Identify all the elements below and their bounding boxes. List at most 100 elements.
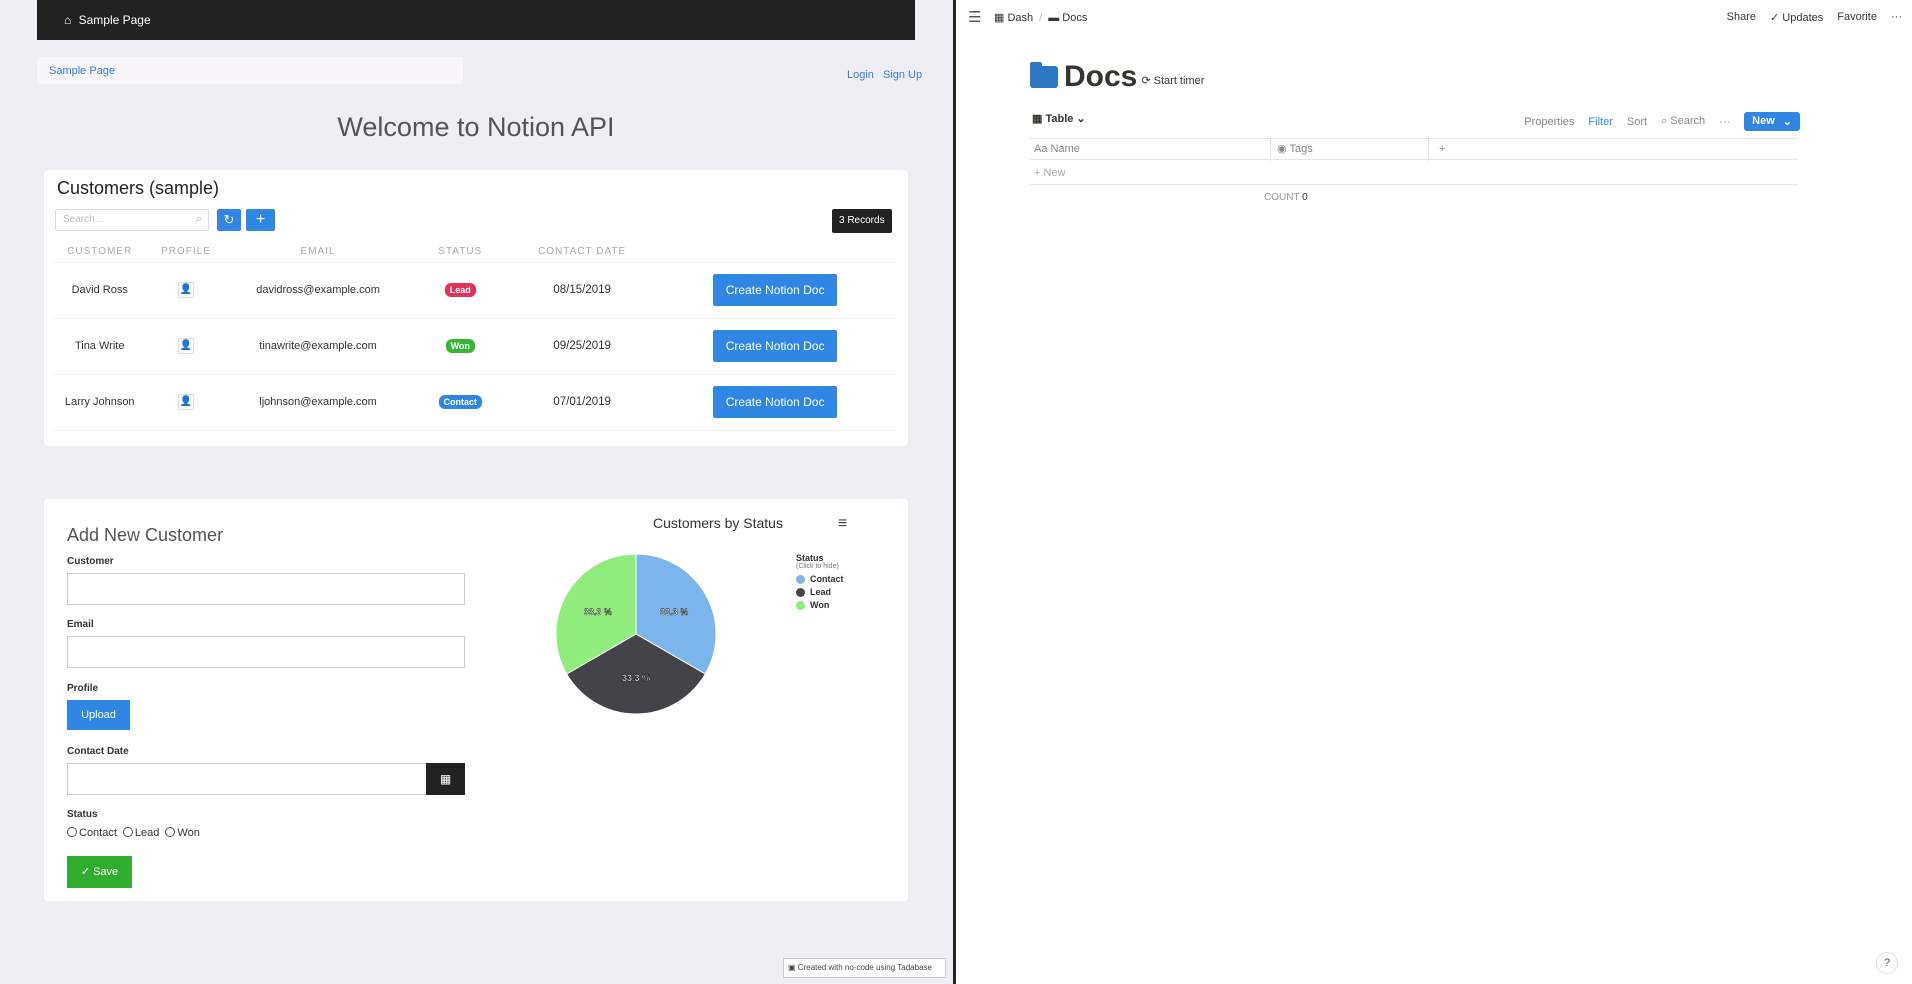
new-row-button[interactable]: + New — [1034, 167, 1066, 179]
plus-icon: + — [255, 211, 266, 228]
chart-legend: Status (Click to hide) Contact Lead Won — [796, 553, 844, 613]
column-header-actions — [653, 242, 897, 263]
chart-menu-icon[interactable]: ≡ — [838, 515, 847, 533]
view-more-button[interactable]: ··· — [1719, 116, 1730, 128]
breadcrumb-docs[interactable]: ▬ Docs — [1048, 12, 1087, 24]
status-badge: Lead — [444, 283, 476, 297]
breadcrumb-dash[interactable]: ▦ Dash — [994, 11, 1033, 24]
status-radio-contact[interactable]: Contact — [67, 827, 117, 839]
column-header-status[interactable]: STATUS — [409, 242, 512, 263]
chart-title: Customers by Status — [653, 515, 783, 531]
more-options-button[interactable]: ··· — [1891, 11, 1902, 24]
column-header-email[interactable]: EMAIL — [226, 242, 410, 263]
folder-icon[interactable] — [1030, 62, 1058, 88]
add-column-button[interactable]: + — [1428, 139, 1445, 161]
customer-email: davidross@example.com — [226, 262, 410, 319]
view-selector[interactable]: ▦ Table ⌄ — [1032, 112, 1086, 125]
create-notion-doc-button[interactable]: Create Notion Doc — [713, 386, 838, 418]
breadcrumb[interactable]: Sample Page — [37, 57, 463, 84]
divider — [1030, 184, 1798, 185]
contact-date-field[interactable] — [67, 763, 427, 795]
create-notion-doc-button[interactable]: Create Notion Doc — [713, 330, 838, 362]
status-badge: Contact — [438, 395, 482, 409]
legend-item-contact[interactable]: Contact — [796, 574, 844, 584]
table-row[interactable]: Tina Write 👤 tinawrite@example.com Won 0… — [54, 318, 897, 375]
contact-date-label: Contact Date — [67, 746, 129, 757]
pie-label-contact: 33.3 % — [660, 607, 688, 617]
page-title: Welcome to Notion API — [337, 112, 615, 142]
view-actions: Properties Filter Sort ⌕ Search ··· New ⌄ — [1524, 112, 1800, 131]
column-header-tags[interactable]: ◉ Tags — [1270, 139, 1313, 161]
table-row[interactable]: Larry Johnson 👤 ljohnson@example.com Con… — [54, 374, 897, 431]
column-header-customer[interactable]: CUSTOMER — [54, 242, 146, 263]
top-navbar: ⌂ Sample Page — [37, 0, 915, 40]
avatar[interactable]: 👤 — [178, 282, 195, 298]
profile-label: Profile — [67, 683, 99, 694]
email-label: Email — [67, 619, 94, 630]
breadcrumb: ▦ Dash / ▬ Docs — [994, 11, 1088, 25]
chevron-down-icon[interactable]: ⌄ — [1783, 115, 1792, 128]
customers-card: Customers (sample) Search... ⌕ ↻ + 3 Rec… — [44, 170, 908, 446]
search-button[interactable]: ⌕ Search — [1661, 115, 1705, 128]
page-header: Docs ⟳ Start timer — [1030, 60, 1204, 94]
signup-link[interactable]: Sign Up — [883, 69, 922, 81]
customer-name: Larry Johnson — [54, 374, 146, 431]
form-title: Add New Customer — [67, 525, 224, 545]
refresh-button[interactable]: ↻ — [217, 209, 241, 231]
contact-date: 08/15/2019 — [511, 262, 654, 319]
add-record-button[interactable]: + — [246, 209, 275, 231]
table-header: Aa Name ◉ Tags + — [1030, 138, 1798, 161]
column-header-name[interactable]: Aa Name — [1034, 143, 1080, 155]
sort-button[interactable]: Sort — [1627, 116, 1647, 128]
updates-button[interactable]: ✓ Updates — [1770, 11, 1823, 24]
notion-pane: ☰ ▦ Dash / ▬ Docs Share ✓ Updates Favori… — [956, 0, 1912, 984]
contact-date: 09/25/2019 — [511, 318, 654, 375]
status-radio-lead[interactable]: Lead — [122, 827, 159, 839]
login-link[interactable]: Login — [847, 69, 874, 81]
customers-title: Customers (sample) — [57, 178, 220, 198]
menu-icon[interactable]: ☰ — [968, 8, 981, 26]
pie-label-lead: 33.3 % — [622, 673, 650, 683]
legend-item-lead[interactable]: Lead — [796, 587, 844, 597]
column-header-contact-date[interactable]: CONTACT DATE — [511, 242, 654, 263]
page-title[interactable]: Docs — [1064, 60, 1137, 94]
customers-table: CUSTOMER PROFILE EMAIL STATUS CONTACT DA… — [54, 242, 897, 431]
filter-button[interactable]: Filter — [1588, 116, 1612, 128]
email-field[interactable] — [67, 636, 465, 668]
count-summary[interactable]: COUNT 0 — [1264, 192, 1308, 203]
auth-links: Login Sign Up — [841, 69, 922, 81]
avatar[interactable]: 👤 — [178, 394, 195, 410]
table-row[interactable]: David Ross 👤 davidross@example.com Lead … — [54, 262, 897, 319]
create-notion-doc-button[interactable]: Create Notion Doc — [713, 274, 838, 306]
start-timer-button[interactable]: ⟳ Start timer — [1141, 74, 1204, 87]
share-button[interactable]: Share — [1727, 11, 1756, 24]
contact-date: 07/01/2019 — [511, 374, 654, 431]
tadabase-credit-badge[interactable]: ▣ Created with no-code using Tadabase — [783, 958, 946, 978]
help-button[interactable]: ? — [1876, 952, 1898, 974]
upload-button[interactable]: Upload — [67, 700, 130, 730]
new-button[interactable]: New ⌄ — [1744, 112, 1800, 131]
calendar-button[interactable]: ▦ — [426, 763, 465, 795]
pie-label-won: 33.3 % — [584, 607, 612, 617]
customer-field[interactable] — [67, 573, 465, 605]
column-header-profile[interactable]: PROFILE — [145, 242, 227, 263]
legend-item-won[interactable]: Won — [796, 600, 844, 610]
tadabase-app-pane: ⌂ Sample Page Sample Page Login Sign Up … — [0, 0, 955, 984]
search-input[interactable]: Search... ⌕ — [55, 209, 209, 231]
status-radio-won[interactable]: Won — [165, 827, 200, 839]
properties-button[interactable]: Properties — [1524, 116, 1574, 128]
legend-subtitle: (Click to hide) — [796, 563, 839, 570]
favorite-button[interactable]: Favorite — [1837, 11, 1877, 24]
status-pie-chart: 33.3 % 33.3 % 33.3 % — [556, 553, 716, 715]
avatar[interactable]: 👤 — [178, 338, 195, 354]
notion-topbar: ☰ ▦ Dash / ▬ Docs Share ✓ Updates Favori… — [956, 0, 1912, 35]
status-badge: Won — [445, 339, 475, 353]
home-nav-link[interactable]: ⌂ Sample Page — [64, 13, 151, 27]
home-icon: ⌂ — [64, 13, 72, 27]
tadabase-logo-icon: ▣ — [788, 963, 796, 972]
status-label: Status — [67, 809, 98, 820]
legend-title: Status — [796, 553, 824, 563]
search-icon: ⌕ — [195, 213, 202, 225]
customer-name: Tina Write — [54, 318, 146, 375]
save-button[interactable]: ✓ Save — [67, 856, 132, 888]
